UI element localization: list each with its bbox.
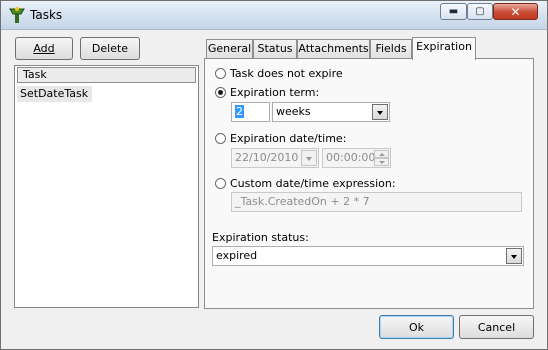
expiration-status-label: Expiration status:	[212, 231, 309, 244]
expiration-term-label: Expiration term:	[230, 86, 320, 99]
maximize-icon: ▢	[475, 6, 485, 17]
close-icon: ✕	[510, 4, 521, 19]
custom-expression-value: _Task.CreatedOn + 2 * 7	[235, 195, 370, 208]
tab-general[interactable]: General	[206, 39, 253, 59]
date-picker[interactable]: 22/10/2010	[231, 148, 319, 168]
add-button[interactable]: Add	[15, 37, 73, 60]
tab-attachments[interactable]: Attachments	[297, 39, 370, 59]
time-value: 00:00:00	[326, 151, 376, 164]
custom-expression-label: Custom date/time expression:	[230, 177, 396, 190]
spin-up-icon[interactable]	[374, 150, 389, 158]
no-expire-radio[interactable]	[215, 68, 226, 79]
window-title: Tasks	[30, 8, 63, 22]
maximize-button[interactable]: ▢	[467, 3, 493, 20]
ok-button-label: Ok	[408, 320, 425, 334]
cancel-button-label: Cancel	[477, 320, 516, 334]
minimize-icon: ▬	[448, 6, 459, 17]
expiration-datetime-radio[interactable]	[215, 133, 226, 144]
expiration-status-value: expired	[216, 249, 258, 262]
close-button[interactable]: ✕	[493, 3, 538, 20]
no-expire-label: Task does not expire	[230, 67, 343, 80]
task-list[interactable]: Task SetDateTask	[14, 65, 199, 308]
cancel-button[interactable]: Cancel	[459, 315, 534, 339]
chevron-down-icon[interactable]	[301, 150, 317, 166]
expiration-panel: Task does not expire Expiration term: 2 …	[204, 58, 534, 309]
term-value-input[interactable]: 2	[231, 102, 270, 122]
custom-expression-input[interactable]: _Task.CreatedOn + 2 * 7	[231, 192, 522, 212]
delete-button[interactable]: Delete	[80, 37, 140, 60]
term-value-text: 2	[235, 105, 244, 118]
minimize-button[interactable]: ▬	[440, 3, 467, 20]
spin-down-icon[interactable]	[374, 158, 389, 166]
term-unit-value: weeks	[276, 105, 311, 118]
chevron-down-icon[interactable]	[372, 104, 388, 120]
title-bar[interactable]: Tasks ▬ ▢ ✕	[1, 1, 547, 30]
expiration-datetime-label: Expiration date/time:	[230, 132, 347, 145]
date-value: 22/10/2010	[235, 151, 299, 164]
delete-button-label: Delete	[91, 42, 129, 55]
task-list-header[interactable]: Task	[17, 67, 196, 83]
tab-fields[interactable]: Fields	[370, 39, 412, 59]
tasks-app-icon	[9, 7, 25, 23]
chevron-down-icon[interactable]	[506, 248, 522, 264]
tab-status[interactable]: Status	[253, 39, 297, 59]
add-button-label: Add	[33, 42, 55, 55]
tasks-window: Tasks ▬ ▢ ✕ Add Delete Task SetDateTask …	[0, 0, 548, 350]
tab-expiration[interactable]: Expiration	[412, 37, 476, 60]
expiration-term-radio[interactable]	[215, 87, 226, 98]
expiration-status-select[interactable]: expired	[212, 246, 524, 266]
ok-button[interactable]: Ok	[379, 315, 454, 339]
term-unit-select[interactable]: weeks	[272, 102, 390, 122]
time-picker[interactable]: 00:00:00	[322, 148, 391, 168]
list-item[interactable]: SetDateTask	[17, 86, 93, 102]
custom-expression-radio[interactable]	[215, 178, 226, 189]
